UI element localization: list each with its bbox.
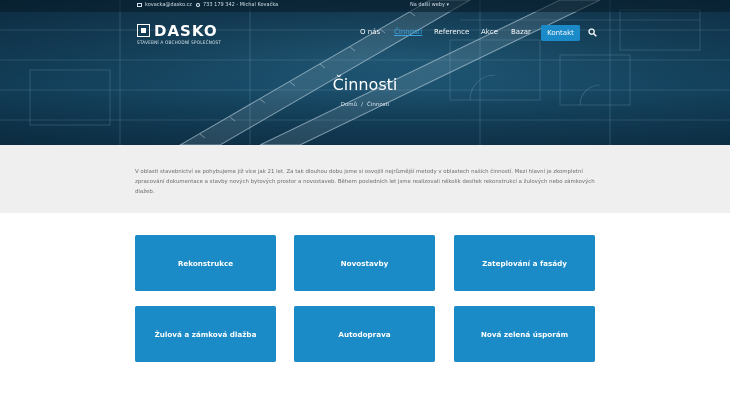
breadcrumb-separator: / bbox=[361, 102, 364, 108]
top-bar: kovacka@dasko.cz 733 179 342 - Michal Ko… bbox=[0, 0, 730, 12]
hero-banner: kovacka@dasko.cz 733 179 342 - Michal Ko… bbox=[0, 0, 730, 145]
brand-name: DASKO bbox=[154, 22, 218, 40]
mail-icon bbox=[137, 2, 142, 7]
phone-icon bbox=[196, 2, 200, 7]
nav-item-akce[interactable]: Akce bbox=[481, 28, 498, 36]
service-tile-autodoprava[interactable]: Autodoprava bbox=[294, 306, 435, 362]
intro-text: V oblasti stavebnictví se pohybujeme již… bbox=[135, 169, 595, 195]
page-title: Činnosti bbox=[332, 75, 398, 94]
breadcrumb-current: Činnosti bbox=[367, 102, 390, 108]
email-link[interactable]: kovacka@dasko.cz bbox=[137, 2, 192, 8]
logo-mark-icon bbox=[137, 24, 150, 37]
nav-item-cinnosti[interactable]: Činnosti bbox=[394, 28, 422, 36]
contact-button[interactable]: Kontakt bbox=[541, 25, 580, 41]
nav-item-reference[interactable]: Reference bbox=[434, 28, 469, 36]
nav-item-bazar[interactable]: Bazar bbox=[511, 28, 531, 36]
nav-item-o-nas[interactable]: O nás bbox=[360, 28, 380, 36]
chevron-down-icon: ▾ bbox=[446, 2, 450, 8]
breadcrumb-home[interactable]: Domů bbox=[341, 102, 357, 108]
intro-section: V oblasti stavebnictví se pohybujeme již… bbox=[0, 145, 730, 213]
search-icon[interactable] bbox=[588, 28, 597, 37]
phone-link[interactable]: 733 179 342 - Michal Kovačka bbox=[196, 2, 278, 8]
brand-tagline: STAVEBNÍ A OBCHODNÍ SPOLEČNOST bbox=[137, 40, 222, 45]
service-tile-novostavby[interactable]: Novostavby bbox=[294, 235, 435, 291]
service-tile-rekonstrukce[interactable]: Rekonstrukce bbox=[135, 235, 276, 291]
service-tile-zateplovani[interactable]: Zateplování a fasády bbox=[454, 235, 595, 291]
other-sites-dropdown[interactable]: Na další weby ▾ bbox=[410, 2, 449, 8]
breadcrumb: Domů / Činnosti bbox=[0, 102, 730, 108]
service-tile-dlazba[interactable]: Žulová a zámková dlažba bbox=[135, 306, 276, 362]
blueprint-background bbox=[0, 0, 730, 145]
service-tile-nova-zelena[interactable]: Nová zelená úsporám bbox=[454, 306, 595, 362]
